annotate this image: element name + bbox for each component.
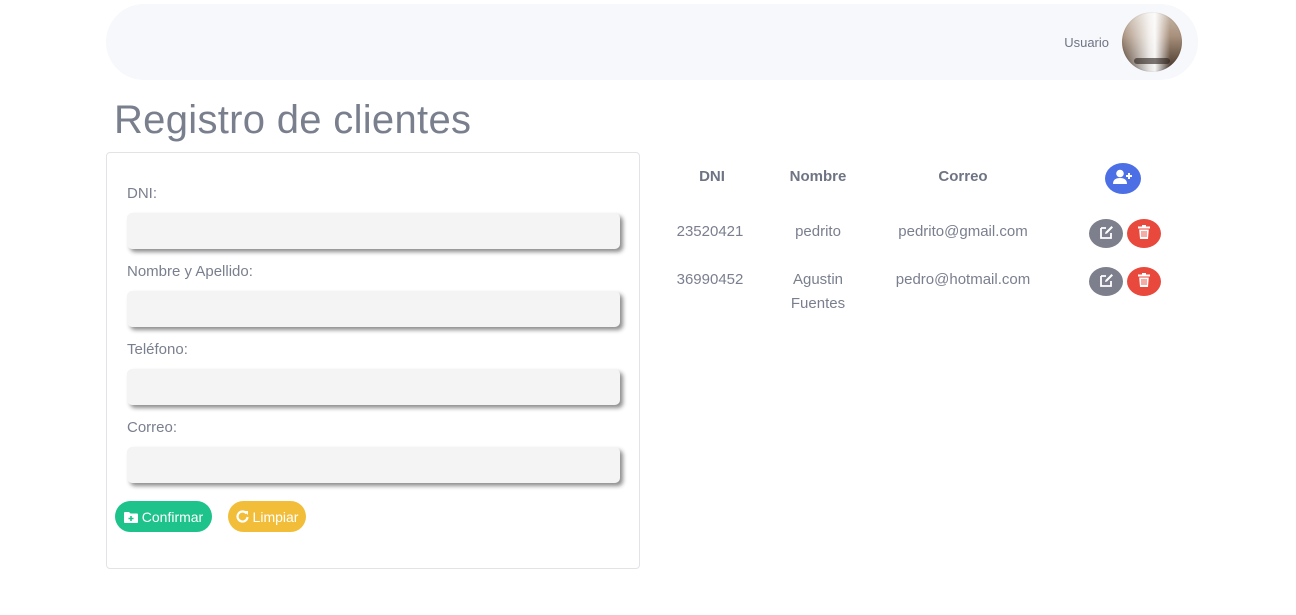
user-label: Usuario xyxy=(1064,35,1109,50)
clear-button[interactable]: Limpiar xyxy=(228,501,306,532)
confirm-label: Confirmar xyxy=(141,508,204,525)
folder-plus-icon xyxy=(123,511,138,523)
edit-button[interactable] xyxy=(1089,267,1123,296)
client-form: DNI: Nombre y Apellido: Teléfono: Correo… xyxy=(106,152,640,569)
confirm-button[interactable]: Confirmar xyxy=(115,501,212,532)
name-input[interactable] xyxy=(127,291,620,327)
trash-icon xyxy=(1138,225,1150,242)
clients-table: DNI Nombre Correo 23520421 pedrito pedri… xyxy=(660,150,1180,350)
delete-button[interactable] xyxy=(1127,219,1161,248)
name-label: Nombre y Apellido: xyxy=(127,263,253,280)
user-avatar[interactable] xyxy=(1122,12,1182,72)
dni-input[interactable] xyxy=(127,213,620,249)
row-nombre: pedrito xyxy=(795,223,841,240)
header-dni: DNI xyxy=(699,168,725,185)
top-navbar: Usuario xyxy=(106,4,1198,80)
phone-input[interactable] xyxy=(127,369,620,405)
dni-label: DNI: xyxy=(127,185,157,202)
email-input[interactable] xyxy=(127,447,620,483)
header-nombre: Nombre xyxy=(789,168,847,185)
row-nombre-line2: Fuentes xyxy=(790,295,846,312)
edit-icon xyxy=(1099,273,1114,291)
row-nombre: Agustin xyxy=(792,271,844,288)
trash-icon xyxy=(1138,273,1150,290)
edit-icon xyxy=(1099,225,1114,243)
delete-button[interactable] xyxy=(1127,267,1161,296)
row-correo: pedrito@gmail.com xyxy=(898,223,1028,240)
header-correo: Correo xyxy=(938,168,988,185)
row-correo: pedro@hotmail.com xyxy=(895,271,1031,288)
phone-label: Teléfono: xyxy=(127,341,188,358)
row-dni: 36990452 xyxy=(676,271,744,288)
edit-button[interactable] xyxy=(1089,219,1123,248)
page-title: Registro de clientes xyxy=(114,98,472,142)
add-client-button[interactable] xyxy=(1105,163,1141,194)
row-dni: 23520421 xyxy=(676,223,744,240)
refresh-icon xyxy=(235,510,249,523)
user-plus-icon xyxy=(1113,169,1133,188)
clear-label: Limpiar xyxy=(252,508,299,525)
email-label: Correo: xyxy=(127,419,178,436)
